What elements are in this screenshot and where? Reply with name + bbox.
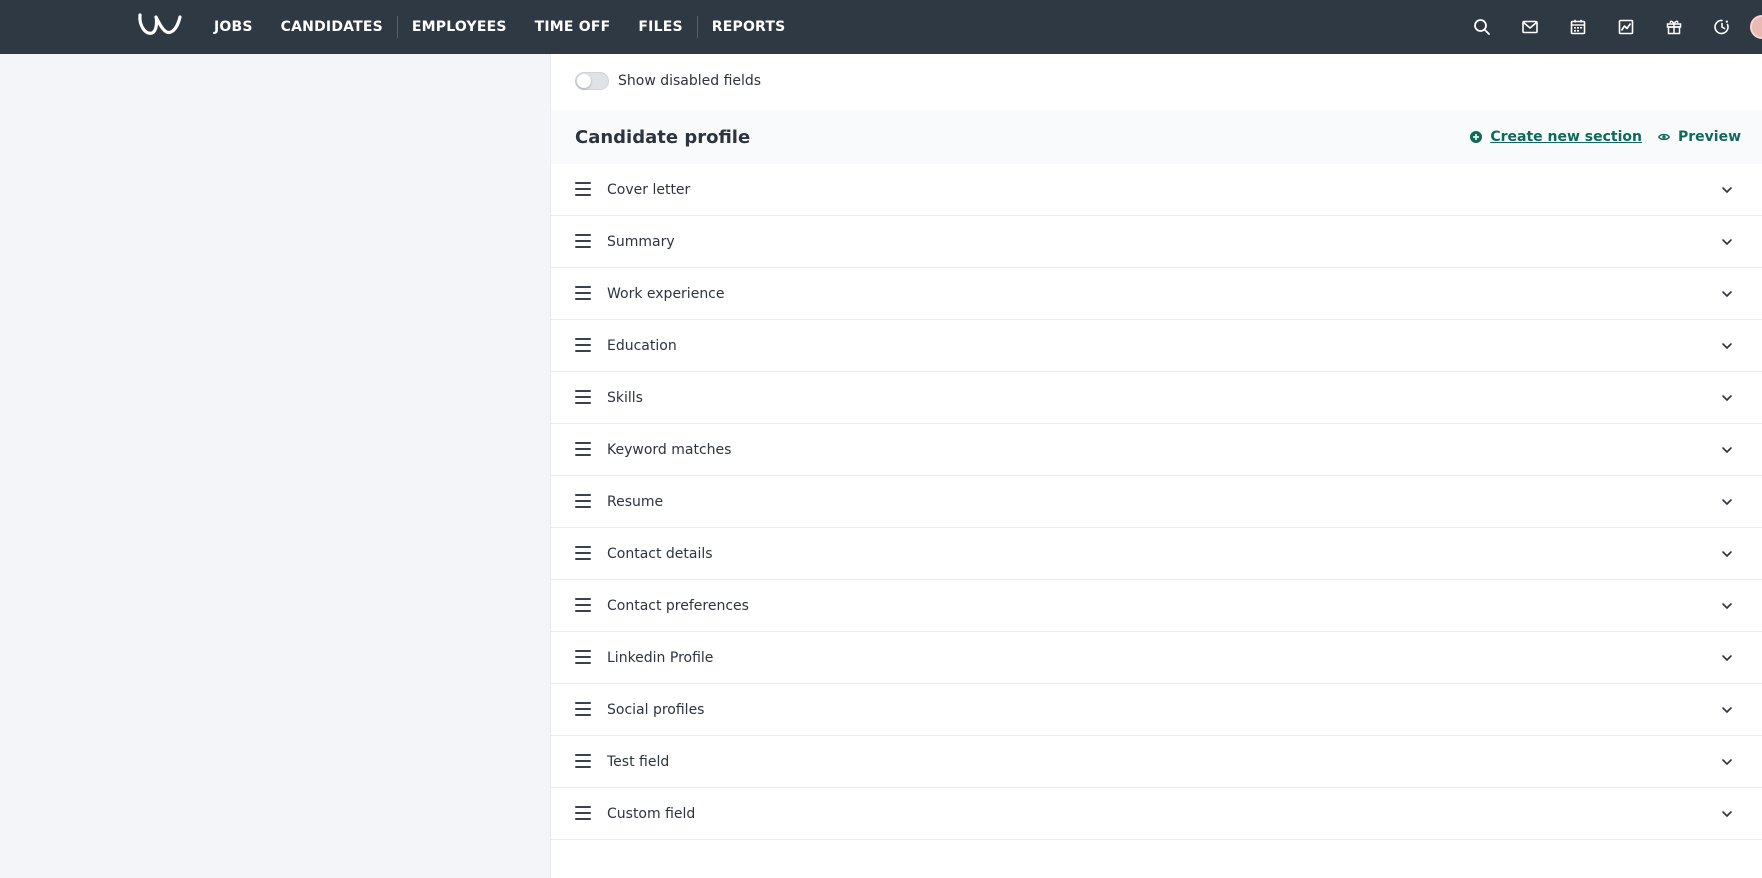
chevron-down-icon[interactable] — [1721, 236, 1733, 248]
time-tracking-button[interactable] — [1698, 0, 1746, 54]
messages-button[interactable] — [1506, 0, 1554, 54]
field-row-label: Custom field — [607, 805, 696, 822]
nav-employees[interactable]: EMPLOYEES — [398, 0, 521, 54]
field-row-label: Resume — [607, 493, 664, 510]
field-row-label: Social profiles — [607, 701, 705, 718]
chevron-down-icon[interactable] — [1721, 548, 1733, 560]
mail-icon — [1522, 20, 1538, 34]
analytics-icon — [1618, 19, 1634, 35]
chevron-down-icon[interactable] — [1721, 340, 1733, 352]
field-row-label: Summary — [607, 233, 675, 250]
section-title: Candidate profile — [575, 126, 751, 148]
show-disabled-toggle[interactable] — [575, 72, 609, 90]
preview-button[interactable]: Preview — [1657, 129, 1741, 145]
nav-reports[interactable]: REPORTS — [698, 0, 800, 54]
field-row[interactable]: Contact details — [551, 528, 1762, 580]
drag-handle-icon[interactable] — [575, 338, 591, 352]
field-row[interactable]: Social profiles — [551, 684, 1762, 736]
field-row[interactable]: Keyword matches — [551, 424, 1762, 476]
eye-icon — [1657, 133, 1670, 141]
calendar-icon — [1570, 19, 1586, 35]
field-row-label: Work experience — [607, 285, 725, 302]
gift-icon — [1666, 20, 1682, 35]
chevron-down-icon[interactable] — [1721, 704, 1733, 716]
main-nav: JOBS CANDIDATES EMPLOYEES TIME OFF FILES… — [200, 0, 799, 54]
drag-handle-icon[interactable] — [575, 494, 591, 508]
chevron-down-icon[interactable] — [1721, 184, 1733, 196]
toggle-knob — [577, 74, 591, 88]
header-tools — [1458, 0, 1762, 54]
field-row-label: Test field — [607, 753, 670, 770]
drag-handle-icon[interactable] — [575, 598, 591, 612]
chevron-down-icon[interactable] — [1721, 652, 1733, 664]
chevron-down-icon[interactable] — [1721, 444, 1733, 456]
field-row[interactable]: Linkedin Profile — [551, 632, 1762, 684]
chevron-down-icon[interactable] — [1721, 392, 1733, 404]
preview-label: Preview — [1677, 129, 1741, 145]
drag-handle-icon[interactable] — [575, 442, 591, 456]
gifts-button[interactable] — [1650, 0, 1698, 54]
user-avatar[interactable] — [1748, 15, 1762, 39]
field-row[interactable]: Contact preferences — [551, 580, 1762, 632]
app-logo-icon[interactable] — [137, 11, 183, 39]
show-disabled-label: Show disabled fields — [618, 73, 762, 89]
drag-handle-icon[interactable] — [575, 234, 591, 248]
nav-time-off[interactable]: TIME OFF — [521, 0, 625, 54]
profile-settings-panel: Show disabled fields Candidate profile C… — [550, 54, 1762, 878]
field-row[interactable]: Work experience — [551, 268, 1762, 320]
drag-handle-icon[interactable] — [575, 754, 591, 768]
search-icon — [1474, 19, 1490, 35]
timer-icon — [1714, 19, 1729, 35]
drag-handle-icon[interactable] — [575, 182, 591, 196]
create-section-label: Create new section — [1490, 129, 1642, 145]
field-row-label: Education — [607, 337, 677, 354]
field-row-label: Linkedin Profile — [607, 649, 714, 666]
drag-handle-icon[interactable] — [575, 286, 591, 300]
calendar-button[interactable] — [1554, 0, 1602, 54]
field-row-label: Contact preferences — [607, 597, 749, 614]
drag-handle-icon[interactable] — [575, 806, 591, 820]
field-row[interactable]: Summary — [551, 216, 1762, 268]
section-actions: Create new section Preview — [1470, 129, 1741, 145]
nav-candidates[interactable]: CANDIDATES — [267, 0, 397, 54]
drag-handle-icon[interactable] — [575, 650, 591, 664]
chevron-down-icon[interactable] — [1721, 288, 1733, 300]
drag-handle-icon[interactable] — [575, 546, 591, 560]
show-disabled-row: Show disabled fields — [575, 66, 761, 96]
field-row[interactable]: Skills — [551, 372, 1762, 424]
nav-jobs[interactable]: JOBS — [200, 0, 267, 54]
plus-circle-icon — [1470, 131, 1483, 143]
field-row[interactable]: Resume — [551, 476, 1762, 528]
field-list: Cover letter Summary Work experience Educat… — [551, 164, 1762, 840]
nav-files[interactable]: FILES — [624, 0, 696, 54]
field-row-label: Keyword matches — [607, 441, 732, 458]
chevron-down-icon[interactable] — [1721, 496, 1733, 508]
drag-handle-icon[interactable] — [575, 702, 591, 716]
chevron-down-icon[interactable] — [1721, 808, 1733, 820]
search-button[interactable] — [1458, 0, 1506, 54]
field-row-label: Cover letter — [607, 181, 691, 198]
field-row[interactable]: Test field — [551, 736, 1762, 788]
field-row[interactable]: Cover letter — [551, 164, 1762, 216]
analytics-button[interactable] — [1602, 0, 1650, 54]
chevron-down-icon[interactable] — [1721, 600, 1733, 612]
field-row-label: Skills — [607, 389, 643, 406]
drag-handle-icon[interactable] — [575, 390, 591, 404]
field-row-label: Contact details — [607, 545, 713, 562]
field-row[interactable]: Custom field — [551, 788, 1762, 840]
create-section-button[interactable]: Create new section — [1470, 129, 1642, 145]
chevron-down-icon[interactable] — [1721, 756, 1733, 768]
top-navbar: JOBS CANDIDATES EMPLOYEES TIME OFF FILES… — [0, 0, 1762, 54]
section-header: Candidate profile Create new section Pre… — [551, 110, 1762, 164]
field-row[interactable]: Education — [551, 320, 1762, 372]
